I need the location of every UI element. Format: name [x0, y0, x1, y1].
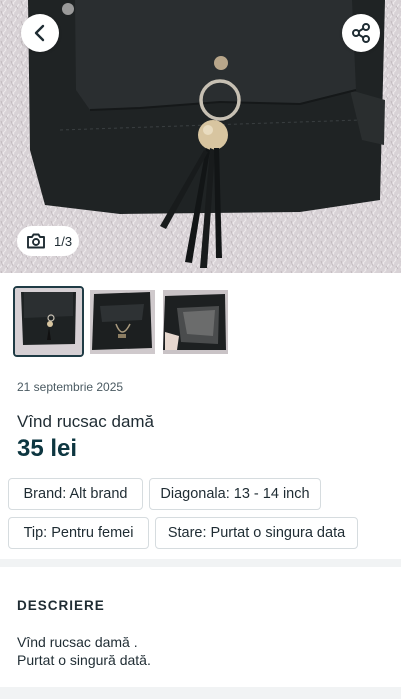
- share-button[interactable]: [342, 14, 380, 52]
- section-divider: [0, 559, 401, 567]
- attribute-chip-type[interactable]: Tip: Pentru femei: [8, 517, 149, 549]
- thumbnail-3[interactable]: [163, 290, 228, 354]
- listing-date: 21 septembrie 2025: [17, 380, 124, 394]
- description-line-2: Purtat o singură dată.: [17, 652, 151, 668]
- camera-icon: [27, 233, 45, 249]
- back-button[interactable]: [21, 14, 59, 52]
- thumbnail-1[interactable]: [13, 286, 84, 357]
- description-text: Vînd rucsac damă . Purtat o singură dată…: [17, 633, 151, 669]
- listing-price: 35 lei: [17, 435, 78, 462]
- attribute-chip-brand[interactable]: Brand: Alt brand: [8, 478, 143, 510]
- photo-counter-text: 1/3: [54, 233, 73, 249]
- chevron-left-icon: [34, 24, 45, 42]
- attribute-chip-condition[interactable]: Stare: Purtat o singura data: [155, 517, 358, 549]
- attribute-chip-diagonal[interactable]: Diagonala: 13 - 14 inch: [149, 478, 321, 510]
- description-line-1: Vînd rucsac damă .: [17, 634, 138, 650]
- share-icon: [352, 23, 370, 43]
- listing-title: Vînd rucsac damă: [17, 412, 155, 431]
- description-heading: DESCRIERE: [17, 598, 105, 613]
- thumbnail-2[interactable]: [90, 290, 155, 354]
- photo-counter[interactable]: 1/3: [17, 226, 79, 256]
- bottom-divider: [0, 687, 401, 699]
